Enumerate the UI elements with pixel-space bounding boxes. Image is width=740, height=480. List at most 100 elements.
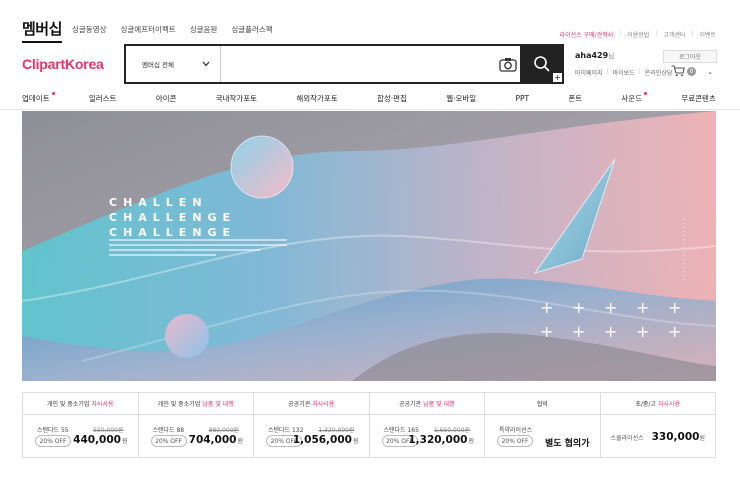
cart-button[interactable]: 0 [671,65,696,77]
pricing-usage: 납품 및 대행 [202,401,234,408]
online-consult-link[interactable]: 온라인상담 [645,68,673,77]
how-to-use-link[interactable]: 이용방법 [627,30,649,39]
top-nav-single-after-effects[interactable]: 싱글에프터이펙트 [121,24,176,35]
category-sound[interactable]: 사운드 [621,91,647,104]
pricing-card[interactable]: 초/중/고 자사사용 스쿨라이선스 330,000원 [600,393,715,457]
sale-price: 1,056,000원 [293,434,359,446]
search-icon [534,56,550,72]
category-free-content[interactable]: 무료콘텐츠 [681,93,716,104]
pricing-audience: 공공기관 [288,401,311,408]
search-button[interactable]: + [520,44,564,84]
top-nav-single-plus-pack[interactable]: 싱글플러스팩 [231,24,272,35]
pricing-card[interactable]: 개인 및 중소기업 자사사용 스탠다드 55 20% OFF 550,000원 4… [23,393,139,457]
pricing-card-header: 공공기관 납품 및 대행 [369,393,484,415]
category-font[interactable]: 폰트 [568,93,582,104]
pricing-card-header: 공공기관 자사사용 [254,393,369,415]
cart-count-badge: 0 [687,66,696,76]
license-quote-link[interactable]: 라이선스 구매/견적서 [560,30,614,39]
banner-line-3: CHALLENGE [109,226,237,239]
license-name: 스탠다드 88 [152,427,185,434]
category-domestic-photo[interactable]: 국내작가포토 [216,93,257,104]
pricing-usage: 자사사용 [91,401,114,408]
banner-line-2: CHALLENGE [109,211,237,224]
pricing-card[interactable]: 협의 특약라이선스 20% OFF 별도 협의가 [485,393,601,457]
search-input[interactable] [221,46,496,82]
myboard-link[interactable]: 마이보드 [613,68,635,77]
sale-price-value: 704,000 [188,434,237,446]
advanced-search-plus-icon[interactable]: + [553,73,562,82]
pricing-usage: 자사사용 [312,401,335,408]
original-price: 1,320,000원 [318,427,355,434]
category-update[interactable]: 업데이트 [22,91,55,104]
customer-center-link[interactable]: 고객센터 [663,30,685,39]
license-name: 스쿨라이선스 [610,434,644,442]
price-unit: 원 [699,435,705,442]
price-unit: 원 [468,438,474,445]
pricing-card-header: 개인 및 중소기업 납품 및 대행 [138,393,253,415]
category-overseas-photo[interactable]: 해외작가포토 [296,93,337,104]
discount-badge: 20% OFF [35,435,71,447]
membership-tab[interactable]: 멤버십 [22,18,62,43]
sale-price: 1,320,000원 [408,434,474,446]
original-price: 880,000원 [208,427,239,434]
sale-price-value: 440,000 [73,434,121,446]
price-unit: 원 [237,438,243,445]
top-nav-single-audio[interactable]: 싱글음원 [190,24,218,35]
camera-search-icon[interactable] [496,46,520,82]
sale-price-value: 1,056,000 [292,434,352,446]
user-id: aha429 [575,51,609,60]
pricing-audience: 공공기관 [398,401,422,408]
pricing-usage: 납품 및 대행 [423,401,455,408]
sale-price: 704,000원 [189,434,243,446]
original-price: 1,650,000원 [433,427,470,434]
user-links: 마이페이지 | 마이보드 | 온라인상담 [575,68,672,77]
sale-price-value: 330,000 [651,431,700,443]
category-web-mobile[interactable]: 웹·모바일 [446,93,476,104]
category-composite-edit[interactable]: 합성·편집 [377,93,407,104]
pricing-card-header: 초/중/고 자사사용 [600,393,715,415]
banner-line-1: CHALLEN [109,196,208,209]
license-name: 스탠다드 55 [37,427,69,434]
pricing-audience: 개인 및 중소기업 [46,401,90,408]
mypage-link[interactable]: 마이페이지 [575,68,603,77]
divider: | [619,30,622,37]
search-scope-dropdown[interactable]: 멤버십 전체 [126,46,221,82]
category-divider [0,109,740,110]
pricing-audience: 초/중/고 [635,401,656,408]
license-name: 스탠다드 165 [383,427,419,434]
banner-plus-pattern: + + + + + + + + + + [540,298,682,341]
search-bar: 멤버십 전체 + [124,44,564,84]
pricing-card[interactable]: 공공기관 납품 및 대행 스탠다드 165 20% OFF 1,650,000원 … [369,393,485,457]
top-nav: 싱글동영상 싱글에프터이펙트 싱글음원 싱글플러스팩 [72,24,273,35]
pricing-audience: 협의 [536,401,548,408]
category-icon[interactable]: 아이콘 [156,93,177,104]
divider: | [691,30,694,37]
search-scope-label: 멤버십 전체 [142,61,174,69]
license-name: 특약라이선스 [499,427,533,434]
site-logo[interactable]: ClipartKorea [22,56,104,72]
original-price: 550,000원 [93,427,124,434]
user-panel: aha429님 로그아웃 마이페이지 | 마이보드 | 온라인상담 0 ⌄ [575,50,717,77]
divider: | [655,30,658,37]
category-nav: 업데이트 일러스트 아이콘 국내작가포토 해외작가포토 합성·편집 웹·모바일 … [22,90,716,106]
pricing-card-header: 개인 및 중소기업 자사사용 [23,393,138,415]
top-nav-single-video[interactable]: 싱글동영상 [72,24,107,35]
category-ppt[interactable]: PPT [515,94,529,103]
pricing-audience: 개인 및 중소기업 [157,401,201,408]
user-menu-chevron-icon[interactable]: ⌄ [707,68,713,76]
pricing-card[interactable]: 공공기관 자사사용 스탠다드 132 20% OFF 1,320,000원 1,0… [254,393,370,457]
sale-price: 별도 협의가 [545,436,590,449]
license-name: 스탠다드 132 [268,427,304,434]
sale-price-value: 1,320,000 [408,434,468,446]
pricing-card[interactable]: 개인 및 중소기업 납품 및 대행 스탠다드 88 20% OFF 880,000… [138,393,254,457]
chevron-down-icon [202,61,210,67]
event-link[interactable]: 이벤트 [699,30,716,39]
price-unit: 원 [352,438,359,445]
logout-button[interactable]: 로그아웃 [663,50,717,63]
pricing-table: 개인 및 중소기업 자사사용 스탠다드 55 20% OFF 550,000원 4… [22,392,716,458]
cart-icon [671,65,685,77]
top-bar: 멤버십 싱글동영상 싱글에프터이펙트 싱글음원 싱글플러스팩 라이선스 구매/견… [0,0,740,43]
hero-banner[interactable]: CHALLEN CHALLENGE CHALLENGE + + + + + + + + + + [22,111,716,381]
category-illustration[interactable]: 일러스트 [89,93,117,104]
divider: | [638,68,641,75]
